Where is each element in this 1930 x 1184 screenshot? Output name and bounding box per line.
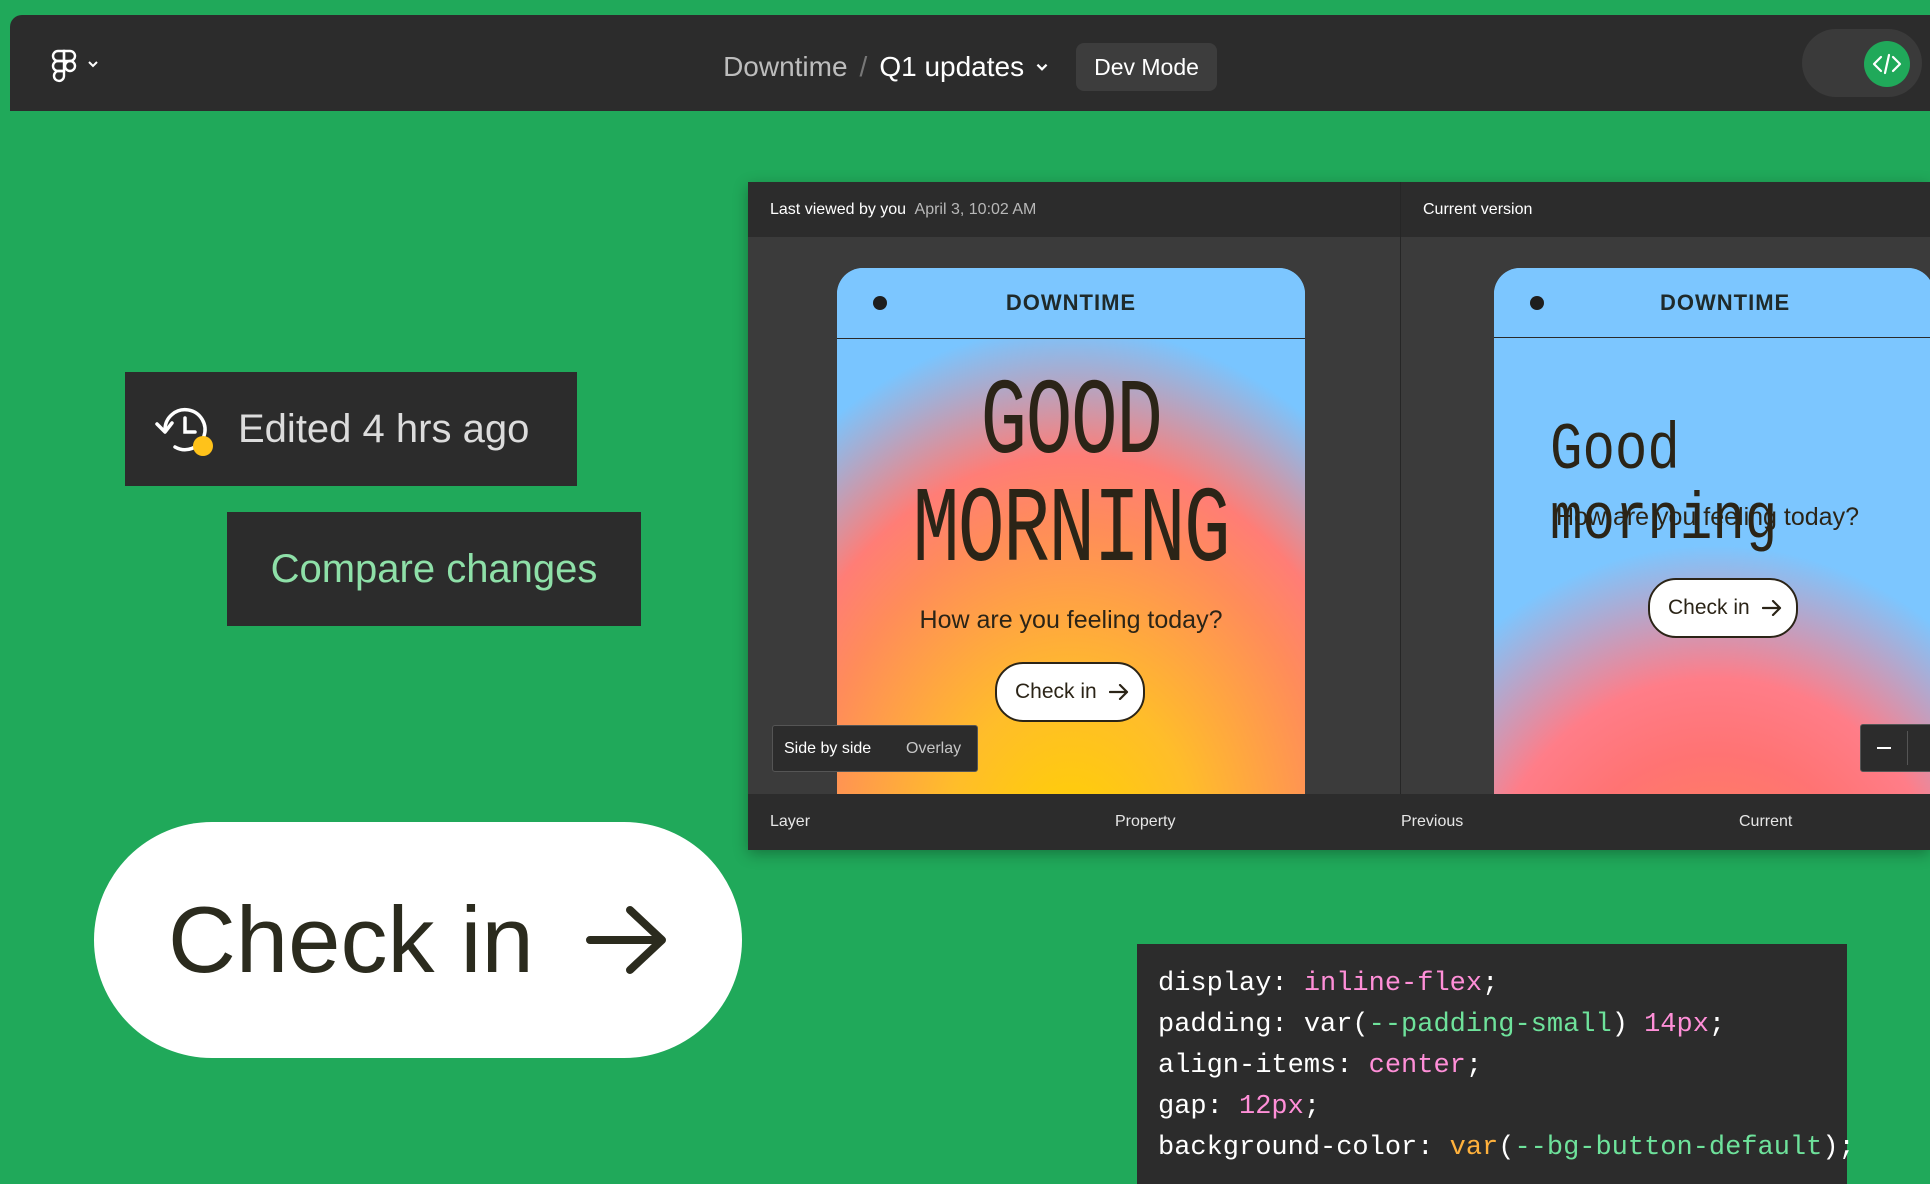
check-in-button-large[interactable]: Check in xyxy=(94,822,742,1058)
css-property: align-items: xyxy=(1158,1051,1369,1081)
dot-icon xyxy=(1530,296,1544,310)
view-mode-switch: Side by side Overlay xyxy=(772,725,978,772)
edited-badge: Edited 4 hrs ago xyxy=(125,372,577,486)
breadcrumb-separator: / xyxy=(859,51,868,82)
css-property: background-color: xyxy=(1158,1133,1450,1163)
compare-window: Last viewed by you April 3, 10:02 AM Cur… xyxy=(748,182,1930,850)
css-value-token: var xyxy=(1449,1133,1499,1163)
arrow-right-icon xyxy=(1108,684,1128,700)
heading-old: GOOD MORNING xyxy=(903,370,1240,586)
css-value-token: 12px xyxy=(1239,1092,1304,1122)
app-header: DOWNTIME xyxy=(1494,268,1930,338)
column-previous: Previous xyxy=(1401,813,1464,830)
css-value-token: ( xyxy=(1498,1133,1515,1163)
page-selector[interactable]: Q1 updates xyxy=(879,47,1050,87)
subtitle: How are you feeling today? xyxy=(1556,503,1859,531)
semicolon: ; xyxy=(1465,1051,1483,1081)
css-property: gap: xyxy=(1158,1092,1240,1122)
top-bar: Downtime / Q1 updates Dev Mode xyxy=(10,15,1930,111)
code-panel[interactable]: display: inline-flex; padding: var(--padd… xyxy=(1137,944,1855,1184)
code-line: align-items: center; xyxy=(1158,1046,1847,1087)
semicolon: ; xyxy=(1303,1092,1321,1122)
css-value-token: var( xyxy=(1303,1010,1369,1040)
css-value-token: --padding-small xyxy=(1368,1010,1612,1040)
css-property: padding: xyxy=(1158,1010,1304,1040)
semicolon: ; xyxy=(1838,1133,1855,1163)
arrow-right-icon xyxy=(1761,600,1781,616)
column-property: Property xyxy=(1115,813,1176,830)
overlay-option[interactable]: Overlay xyxy=(906,726,961,771)
column-layer: Layer xyxy=(770,813,811,830)
current-design-frame[interactable]: DOWNTIME Good morning How are you feelin… xyxy=(1494,268,1930,794)
current-version-label: Current version xyxy=(1423,201,1533,218)
css-property: display: xyxy=(1158,969,1304,999)
history-icon xyxy=(155,407,213,456)
diff-table-header: Layer Property Previous Current xyxy=(748,794,1930,850)
code-line: gap: 12px; xyxy=(1158,1087,1847,1128)
last-viewed-label: Last viewed by you xyxy=(770,201,907,218)
compare-header: Last viewed by you April 3, 10:02 AM Cur… xyxy=(748,182,1930,237)
figma-logo-icon[interactable] xyxy=(44,47,84,87)
code-line: padding: var(--padding-small) 14px; xyxy=(1158,1005,1847,1046)
dev-mode-badge[interactable]: Dev Mode xyxy=(1076,43,1217,91)
arrow-right-icon xyxy=(586,906,666,974)
check-in-button[interactable]: Check in xyxy=(1648,578,1798,638)
compare-changes-button[interactable]: Compare changes xyxy=(227,512,641,626)
brand-name: DOWNTIME xyxy=(1660,290,1791,315)
code-line: display: inline-flex; xyxy=(1158,964,1847,1005)
breadcrumb-file[interactable]: Downtime xyxy=(723,47,847,87)
semicolon: ; xyxy=(1708,1010,1726,1040)
page-name: Q1 updates xyxy=(879,51,1025,82)
side-by-side-option[interactable]: Side by side xyxy=(784,726,871,771)
last-viewed-date: April 3, 10:02 AM xyxy=(914,201,1037,218)
pane-divider xyxy=(1400,182,1401,794)
breadcrumb: Downtime / Q1 updates Dev Mode xyxy=(723,43,1217,91)
css-value-token: center xyxy=(1368,1051,1466,1081)
css-value-token: ) xyxy=(1822,1133,1839,1163)
previous-design-frame[interactable]: DOWNTIME GOOD MORNING How are you feelin… xyxy=(837,268,1305,794)
code-line: background-color: var(--bg-button-defaul… xyxy=(1158,1128,1855,1169)
dot-icon xyxy=(873,296,887,310)
check-in-button[interactable]: Check in xyxy=(995,662,1145,722)
check-in-label: Check in xyxy=(168,887,534,992)
semicolon: ; xyxy=(1482,969,1499,999)
check-in-label: Check in xyxy=(1015,680,1097,703)
chevron-down-icon xyxy=(1036,63,1048,71)
heading-line-2: MORNING xyxy=(912,471,1231,593)
css-value-token: 14px xyxy=(1644,1010,1709,1040)
heading-new: Good morning xyxy=(1549,413,1778,558)
dev-mode-toggle[interactable] xyxy=(1802,29,1922,97)
column-current: Current xyxy=(1739,813,1793,830)
css-value-token: --bg-button-default xyxy=(1514,1133,1823,1163)
chevron-down-icon[interactable] xyxy=(86,57,100,71)
heading-line-1: GOOD xyxy=(980,363,1163,485)
css-value-token: inline-flex xyxy=(1303,969,1483,999)
brand-name: DOWNTIME xyxy=(1005,290,1137,315)
css-value-token: ) xyxy=(1611,1010,1645,1040)
check-in-label: Check in xyxy=(1668,596,1750,619)
previous-version-label: Last viewed by you April 3, 10:02 AM xyxy=(770,182,1036,237)
app-header: DOWNTIME xyxy=(837,268,1305,339)
code-icon xyxy=(1864,41,1910,87)
subtitle: How are you feeling today? xyxy=(919,606,1223,634)
edited-text: Edited 4 hrs ago xyxy=(238,407,530,451)
minus-icon[interactable] xyxy=(1875,739,1893,757)
zoom-control xyxy=(1860,724,1930,772)
